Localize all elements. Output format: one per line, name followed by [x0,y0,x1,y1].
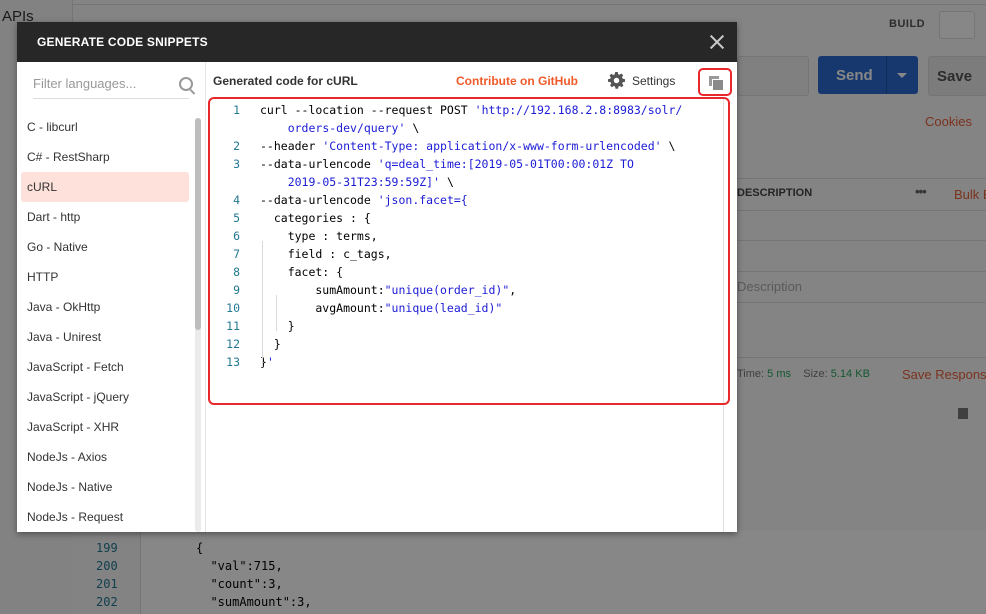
language-item[interactable]: Go - Native [21,232,189,262]
language-item[interactable]: cURL [21,172,189,202]
modal-title: GENERATE CODE SNIPPETS [37,35,208,49]
language-panel: C - libcurlC# - RestSharpcURLDart - http… [17,62,206,532]
language-item[interactable]: NodeJs - Axios [21,442,189,472]
language-list: C - libcurl C# - RestSharp cURL Dart - http… [21,112,189,532]
language-item[interactable]: HTTP [21,262,189,292]
copy-to-clipboard-button[interactable] [698,68,732,96]
filter-languages-input[interactable] [33,76,163,91]
language-item[interactable]: C# - RestSharp [21,142,189,172]
language-item[interactable]: C - libcurl [21,112,189,142]
code-panel: Generated code for cURL Contribute on Gi… [206,62,737,532]
generate-code-modal: GENERATE CODE SNIPPETS C - libcurlC# - R… [17,22,737,532]
generated-code-title: Generated code for cURL [213,74,358,88]
modal-header: GENERATE CODE SNIPPETS [17,22,737,62]
language-item[interactable]: JavaScript - Fetch [21,352,189,382]
contribute-on-github-link[interactable]: Contribute on GitHub [456,74,578,88]
language-item[interactable]: Dart - http [21,202,189,232]
language-item[interactable]: NodeJs - Request [21,502,189,532]
gear-icon [608,72,625,89]
language-filter [33,72,193,99]
language-item[interactable]: Java - OkHttp [21,292,189,322]
language-item[interactable]: Java - Unirest [21,322,189,352]
close-icon[interactable] [707,32,727,52]
language-item[interactable]: JavaScript - XHR [21,412,189,442]
settings-label: Settings [632,74,676,88]
scrollbar-thumb[interactable] [195,118,201,330]
copy-icon [709,76,723,90]
language-item[interactable]: JavaScript - jQuery [21,382,189,412]
language-list-scrollbar[interactable] [195,118,201,532]
search-icon [179,77,193,91]
language-item[interactable]: NodeJs - Native [21,472,189,502]
code-editor[interactable]: 13}' 12 } 11 } 10 avgAmount:"unique(lead_id… [206,97,730,532]
code-highlight-box [208,97,730,405]
